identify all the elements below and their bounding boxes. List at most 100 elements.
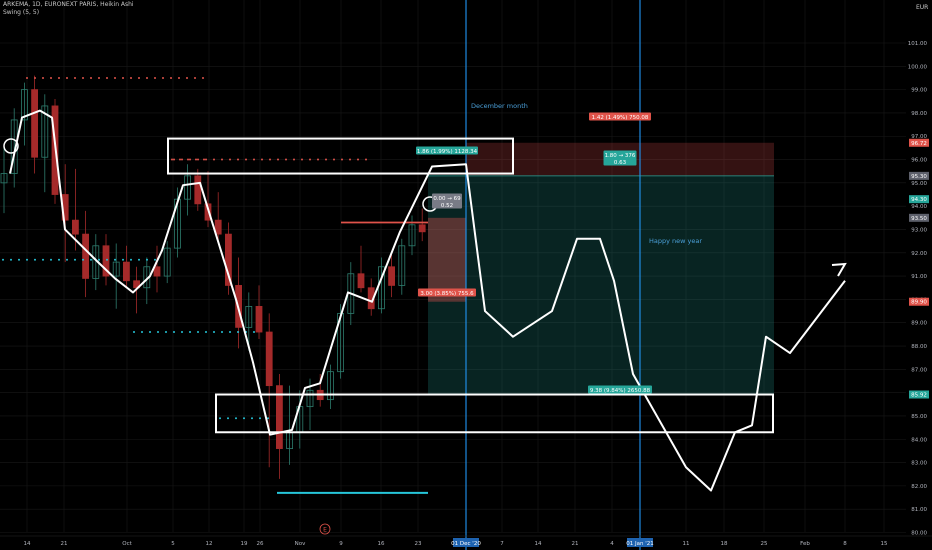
swing-high-dot: [179, 158, 181, 161]
price-axis[interactable]: 80.0081.0082.0083.0084.0085.0086.0087.00…: [908, 41, 929, 537]
swing-low-dot: [149, 331, 151, 334]
x-tick-label: Feb: [800, 541, 810, 547]
price-chart[interactable]: 1.42 (1.49%) 750.08 1.86 (1.99%) 1128.34 1…: [0, 0, 932, 550]
x-tick-label: 14: [535, 541, 542, 547]
position-label: 1.42 (1.49%) 750.08: [592, 115, 649, 121]
arrow-head-icon: [831, 262, 847, 277]
swing-low-dot: [141, 331, 143, 334]
x-tick-label: 21: [61, 541, 68, 547]
x-tick-label: 15: [881, 541, 888, 547]
swing-low-dot: [90, 258, 92, 261]
position-label: 3.00 (3.85%) 755.6: [420, 291, 474, 297]
y-tick-label: 80.00: [911, 531, 927, 537]
swing-high-dot: [261, 158, 263, 161]
swing-low-dot: [114, 258, 116, 261]
swing-low-dot: [82, 258, 84, 261]
x-tick-label: 16: [378, 541, 385, 547]
y-tick-label: 99.00: [911, 88, 927, 94]
profit-zone: [428, 175, 774, 395]
swing-low-dot: [98, 258, 100, 261]
swing-low-dot: [138, 258, 140, 261]
swing-low-dot: [74, 258, 76, 261]
date-badge: 01 Jan '21: [626, 541, 653, 547]
swing-high-dot: [26, 76, 28, 79]
swing-high-dot: [325, 158, 327, 161]
price-badge: 96.72: [911, 141, 927, 147]
price-badge: 89.90: [911, 300, 927, 306]
x-tick-label: 9: [339, 541, 343, 547]
y-tick-label: 85.00: [911, 414, 927, 420]
indicator-label[interactable]: Swing (5, 5): [3, 9, 39, 17]
swing-low-dot: [235, 417, 237, 420]
swing-low-dot: [181, 331, 183, 334]
candle-body: [388, 266, 396, 286]
swing-low-dot: [173, 331, 175, 334]
swing-low-dot: [122, 258, 124, 261]
price-badge: 85.92: [911, 393, 927, 399]
candle-body: [265, 331, 273, 387]
candle-body: [72, 219, 79, 235]
x-tick-label: 8: [843, 541, 847, 547]
position-label: 9.38 (9.84%) 2650.88: [590, 388, 651, 394]
swing-high-dot: [237, 158, 239, 161]
swing-high-dot: [178, 76, 180, 79]
december-annotation: December month: [471, 102, 528, 110]
swing-low-dot: [2, 258, 4, 261]
earnings-label: E: [323, 527, 327, 534]
swing-high-dot: [58, 76, 60, 79]
swing-high-dot: [114, 76, 116, 79]
swing-high-dot: [122, 76, 124, 79]
swing-high-dot: [269, 158, 271, 161]
y-tick-label: 101.00: [908, 41, 928, 47]
swing-low-dot: [243, 417, 245, 420]
swing-high-dot: [213, 158, 215, 161]
y-tick-label: 82.00: [911, 484, 927, 490]
y-tick-label: 96.00: [911, 158, 927, 164]
y-tick-label: 92.00: [911, 251, 927, 257]
swing-high-dot: [245, 158, 247, 161]
x-tick-label: 14: [24, 541, 31, 547]
swing-low-dot: [227, 417, 229, 420]
swing-low-dot: [50, 258, 52, 261]
x-tick-label: 7: [500, 541, 504, 547]
y-tick-label: 87.00: [911, 367, 927, 373]
swing-high-dot: [50, 76, 52, 79]
x-tick-label: 12: [206, 541, 213, 547]
candle-body: [418, 224, 426, 233]
candle-body: [82, 233, 89, 279]
candle-body: [123, 261, 130, 282]
position-label: 1.86 (1.99%) 1128.34: [417, 149, 478, 155]
x-tick-label: 21: [572, 541, 579, 547]
swing-low-dot: [133, 331, 135, 334]
swing-low-dot: [42, 258, 44, 261]
swing-low-dot: [189, 331, 191, 334]
swing-high-dot: [146, 76, 148, 79]
y-tick-label: 93.00: [911, 227, 927, 233]
chart-title: ARKEMA, 1D, EURONEXT PARIS, Heikin Ashi: [3, 1, 134, 8]
swing-high-dot: [34, 76, 36, 79]
y-tick-label: 100.00: [908, 64, 928, 70]
swing-low-dot: [10, 258, 12, 261]
swing-low-dot: [253, 331, 255, 334]
swing-high-dot: [171, 158, 173, 161]
swing-low-dot: [154, 258, 156, 261]
candle-body: [194, 175, 202, 205]
swing-high-dot: [66, 76, 68, 79]
resistance-box: [167, 137, 514, 175]
x-tick-label: 25: [761, 541, 768, 547]
swing-low-dot: [146, 258, 148, 261]
new-year-annotation: Happy new year: [649, 237, 702, 245]
swing-low-dot: [213, 331, 215, 334]
y-tick-label: 84.00: [911, 437, 927, 443]
x-tick-label: 4: [610, 541, 614, 547]
swing-high-dot: [357, 158, 359, 161]
swing-high-dot: [154, 76, 156, 79]
y-tick-label: 91.00: [911, 274, 927, 280]
swing-high-dot: [74, 76, 76, 79]
swing-low-dot: [205, 331, 207, 334]
swing-high-dot: [202, 76, 204, 79]
swing-high-dot: [365, 158, 367, 161]
swing-low-dot: [34, 258, 36, 261]
x-tick-label: 19: [241, 541, 248, 547]
swing-high-dot: [194, 76, 196, 79]
